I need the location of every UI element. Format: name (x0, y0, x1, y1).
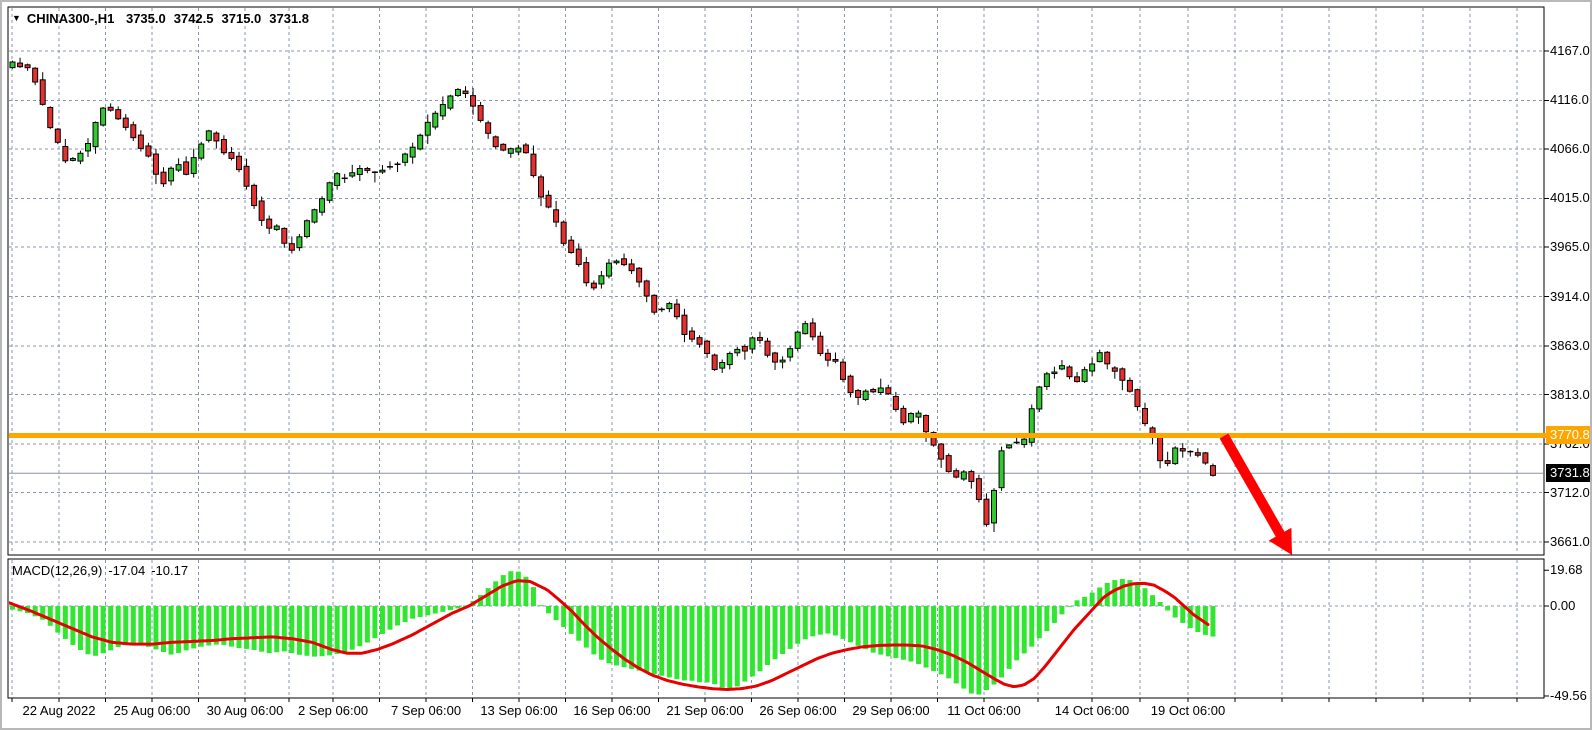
chart-header: ▼ CHINA300-,H1 3735.0 3742.5 3715.0 3731.8 (12, 11, 317, 26)
price-tick-label: 4015.0 (1550, 190, 1590, 205)
indicator-signal-value: -10.17 (151, 563, 188, 578)
price-tick-label: 3813.0 (1550, 387, 1590, 402)
time-tick-label: 13 Sep 06:00 (480, 703, 557, 718)
price-tick-label: 3661.0 (1550, 534, 1590, 549)
ohlc-low: 3715.0 (222, 11, 262, 26)
indicator-macd-value: -17.04 (108, 563, 145, 578)
price-tick-label: 3965.0 (1550, 239, 1590, 254)
time-tick-label: 19 Oct 06:00 (1151, 703, 1225, 718)
macd-tick-label: -49.56 (1550, 688, 1587, 703)
time-tick-label: 29 Sep 06:00 (852, 703, 929, 718)
price-tick-label: 4167.0 (1550, 43, 1590, 58)
time-tick-label: 22 Aug 2022 (22, 703, 95, 718)
ohlc-close: 3731.8 (269, 11, 309, 26)
time-tick-label: 26 Sep 06:00 (759, 703, 836, 718)
ohlc-open: 3735.0 (126, 11, 166, 26)
symbol-dropdown-icon[interactable]: ▼ (12, 13, 21, 23)
time-tick-label: 2 Sep 06:00 (298, 703, 368, 718)
price-tick-label: 4116.0 (1550, 92, 1589, 107)
time-tick-label: 11 Oct 06:00 (947, 703, 1020, 718)
indicator-label: MACD(12,26,9) -17.04 -10.17 (12, 563, 194, 578)
price-tick-label: 3914.0 (1550, 289, 1590, 304)
price-tick-label: 4066.0 (1550, 141, 1590, 156)
time-tick-label: 30 Aug 06:00 (207, 703, 284, 718)
symbol-label: CHINA300-,H1 (27, 11, 114, 26)
ohlc-high: 3742.5 (174, 11, 214, 26)
macd-tick-label: 19.68 (1550, 562, 1583, 577)
macd-tick-label: 0.00 (1550, 598, 1575, 613)
indicator-name: MACD(12,26,9) (12, 563, 102, 578)
time-tick-label: 25 Aug 06:00 (114, 703, 191, 718)
time-tick-label: 16 Sep 06:00 (573, 703, 650, 718)
time-tick-label: 14 Oct 06:00 (1055, 703, 1129, 718)
chart-window: ▼ CHINA300-,H1 3735.0 3742.5 3715.0 3731.8 M… (0, 0, 1592, 730)
chart-canvas[interactable] (2, 2, 1592, 730)
time-tick-label: 21 Sep 06:00 (666, 703, 743, 718)
current-price-tag: 3731.8 (1546, 464, 1592, 482)
time-tick-label: 7 Sep 06:00 (391, 703, 461, 718)
price-tick-label: 3863.0 (1550, 338, 1590, 353)
price-tick-label: 3712.0 (1550, 485, 1590, 500)
orange-price-tag: 3770.8 (1546, 426, 1592, 444)
